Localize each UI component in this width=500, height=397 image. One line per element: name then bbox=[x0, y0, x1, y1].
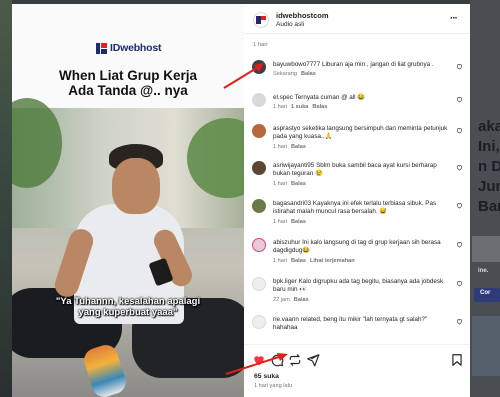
commenter-avatar[interactable] bbox=[252, 93, 266, 107]
commenter-avatar[interactable] bbox=[252, 238, 266, 252]
like-count[interactable]: 65 suka bbox=[254, 373, 279, 380]
see-translation-link[interactable]: Lihat terjemahan bbox=[310, 258, 355, 264]
post-media[interactable]: IDwebhost When Liat Grup Kerja Ada Tanda… bbox=[12, 4, 244, 397]
bg-text-line: Ini, bbox=[478, 138, 500, 155]
comment-body: bagasandri03 Kayaknya ini efek terlalu t… bbox=[273, 200, 449, 217]
post-title-area: IDwebhost When Liat Grup Kerja Ada Tanda… bbox=[12, 4, 244, 108]
comment-time: 1 hari bbox=[273, 181, 287, 187]
video-caption: "Ya Tuhannn, kesalahan apalagi yang kupe… bbox=[12, 296, 244, 318]
person-head bbox=[112, 158, 160, 214]
commenter-avatar[interactable] bbox=[252, 315, 266, 329]
comment-text: Liburan aja min , jangan di liat grubnya… bbox=[322, 61, 434, 68]
bg-text-small: ine. bbox=[478, 268, 489, 274]
comment-text: Ternyata cuman @ all 😂 bbox=[294, 94, 366, 101]
bg-text-small: Cor bbox=[480, 290, 491, 296]
comment-time: 1 hari bbox=[273, 104, 287, 110]
caption-line: yang kuperbuat yaaa" bbox=[78, 307, 178, 318]
bg-text-line: n Dom bbox=[478, 158, 500, 175]
comment-time: 1 hari bbox=[273, 144, 287, 150]
comment-body: bayuwbowo7777 Liburan aja min , jangan d… bbox=[273, 61, 449, 69]
comment-body: abiszuhur Ini kalo langsung di tag di gr… bbox=[273, 239, 449, 256]
post-side-panel: idwebhostcom Audio asli ··· 1 hari bayuw… bbox=[244, 4, 470, 397]
caption-line: "Ya Tuhannn, kesalahan apalagi bbox=[55, 296, 201, 307]
heart-icon[interactable] bbox=[456, 63, 463, 70]
commenter-username[interactable]: bpk.liger bbox=[273, 278, 297, 285]
comment-meta: 1 hari Balas bbox=[273, 219, 306, 225]
comment-body: asriwijayanti95 Sblm buka sambil baca ay… bbox=[273, 162, 449, 179]
commenter-username[interactable]: asriwijayanti95 bbox=[273, 162, 314, 169]
commenter-avatar[interactable] bbox=[252, 277, 266, 291]
post-photo: "Ya Tuhannn, kesalahan apalagi yang kupe… bbox=[12, 98, 244, 397]
comment-time: Sekarang bbox=[273, 71, 297, 77]
bg-text-line: Bange bbox=[478, 198, 500, 215]
comment-body: el.spec Ternyata cuman @ all 😂 bbox=[273, 94, 449, 102]
commenter-username[interactable]: rie.vaann bbox=[273, 316, 299, 323]
comment-meta: 1 hari Balas bbox=[273, 144, 306, 150]
reply-button[interactable]: Balas bbox=[291, 181, 306, 187]
heart-filled-icon[interactable] bbox=[252, 353, 266, 367]
bg-text-line: akalan bbox=[478, 118, 500, 135]
more-options-icon[interactable]: ··· bbox=[450, 13, 458, 24]
comment-meta: 1 hari Balas Lihat terjemahan bbox=[273, 258, 355, 264]
comment-body: asprastyo seketika langsung bersimpuh da… bbox=[273, 125, 449, 142]
heart-icon[interactable] bbox=[456, 202, 463, 209]
background-left-strip bbox=[0, 0, 12, 397]
comment-time: 1 hari bbox=[273, 258, 287, 264]
reply-button[interactable]: Balas bbox=[291, 219, 306, 225]
reply-button[interactable]: Balas bbox=[312, 104, 327, 110]
post-time: 1 hari yang lalu bbox=[254, 383, 292, 389]
comment-body: rie.vaann related, beng itu mikir "lah t… bbox=[273, 316, 449, 333]
comment-time: 22 jam bbox=[273, 297, 290, 303]
idwebhost-logo-icon bbox=[96, 42, 107, 54]
commenter-username[interactable]: abiszuhur bbox=[273, 239, 300, 246]
commenter-avatar[interactable] bbox=[252, 161, 266, 175]
heart-icon[interactable] bbox=[456, 318, 463, 325]
post-headline: When Liat Grup Kerja Ada Tanda @.. nya bbox=[12, 68, 244, 98]
author-avatar[interactable] bbox=[253, 12, 269, 28]
author-username[interactable]: idwebhostcom bbox=[276, 11, 329, 20]
comment-meta: 22 jam Balas bbox=[273, 297, 309, 303]
comment-text: seketika langsung bersimpuh dan meminta … bbox=[273, 125, 448, 141]
commenter-username[interactable]: el.spec bbox=[273, 94, 293, 101]
comment-meta: Sekarang Balas bbox=[273, 71, 316, 77]
commenter-username[interactable]: asprastyo bbox=[273, 125, 300, 132]
reply-button[interactable]: Balas bbox=[291, 144, 306, 150]
post-header: idwebhostcom Audio asli ··· bbox=[244, 4, 470, 34]
commenter-username[interactable]: bagasandri03 bbox=[273, 200, 311, 207]
audio-link[interactable]: Audio asli bbox=[276, 21, 304, 28]
repost-icon[interactable] bbox=[288, 353, 302, 367]
commenter-avatar[interactable] bbox=[252, 124, 266, 138]
bg-text-line: Jum'at bbox=[478, 178, 500, 195]
headline-line: Ada Tanda @.. nya bbox=[68, 83, 188, 98]
heart-icon[interactable] bbox=[456, 280, 463, 287]
reply-button[interactable]: Balas bbox=[301, 71, 316, 77]
comment-time: 1 hari bbox=[273, 219, 287, 225]
bookmark-icon[interactable] bbox=[450, 353, 464, 367]
heart-icon[interactable] bbox=[456, 127, 463, 134]
comments-list[interactable]: 1 hari bayuwbowo7777 Liburan aja min , j… bbox=[244, 35, 470, 344]
action-bar: 65 suka 1 hari yang lalu bbox=[244, 344, 470, 397]
brand-name: IDwebhost bbox=[110, 42, 162, 54]
heart-icon[interactable] bbox=[456, 96, 463, 103]
background-right-strip: akalan Ini, n Dom Jum'at Bange ine. Cor bbox=[470, 0, 500, 397]
brand-logo: IDwebhost bbox=[96, 42, 161, 54]
reply-button[interactable]: Balas bbox=[291, 258, 306, 264]
commenter-avatar[interactable] bbox=[252, 60, 266, 74]
commenter-username[interactable]: bayuwbowo7777 bbox=[273, 61, 320, 68]
comment-icon[interactable] bbox=[270, 353, 284, 367]
comment-like-count[interactable]: 1 suka bbox=[291, 104, 308, 110]
headline-line: When Liat Grup Kerja bbox=[58, 68, 197, 83]
comment-body: bpk.liger Kalo digrupku ada tag begitu, … bbox=[273, 278, 449, 295]
comment-text: Kalo digrupku ada tag begitu, biasanya a… bbox=[273, 278, 444, 294]
share-icon[interactable] bbox=[306, 353, 320, 367]
bg-panel bbox=[472, 316, 500, 376]
heart-icon[interactable] bbox=[456, 164, 463, 171]
commenter-avatar[interactable] bbox=[252, 199, 266, 213]
comment-meta: 1 hari Balas bbox=[273, 181, 306, 187]
heart-icon[interactable] bbox=[456, 241, 463, 248]
previous-comment-time: 1 hari bbox=[253, 42, 268, 48]
bg-panel bbox=[472, 236, 500, 262]
comment-meta: 1 hari 1 suka Balas bbox=[273, 104, 327, 110]
reply-button[interactable]: Balas bbox=[294, 297, 309, 303]
